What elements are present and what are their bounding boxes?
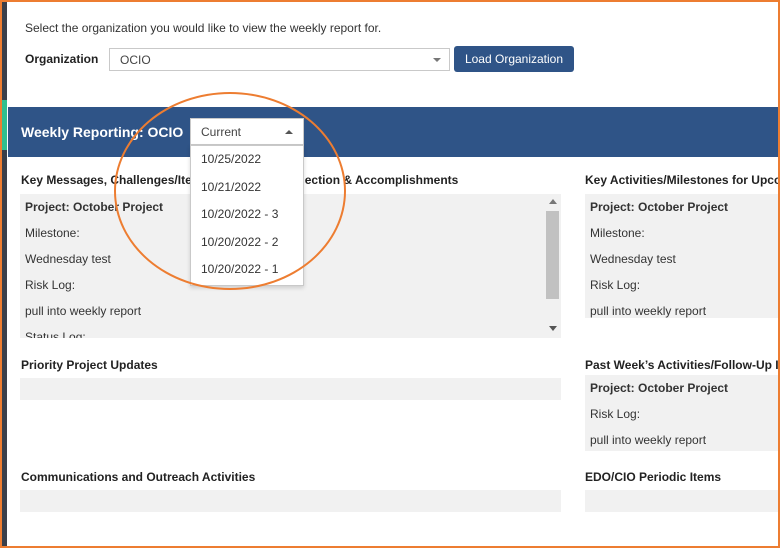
screenshot-border	[0, 0, 780, 548]
